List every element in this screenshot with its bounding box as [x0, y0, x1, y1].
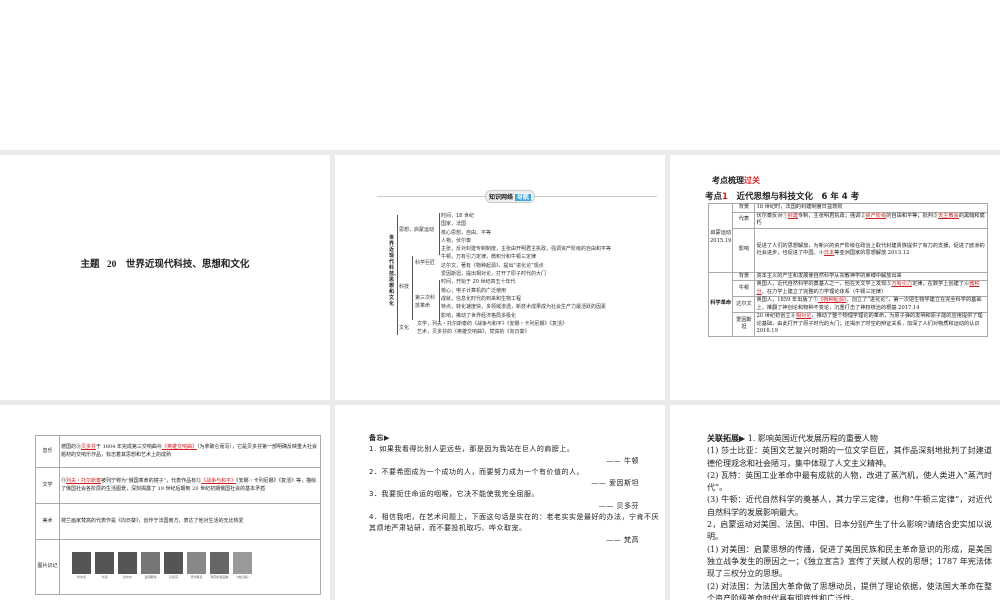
memo-quotes: 备忘▶ 1. 如果我看得比别人更远些，那是因为我站在巨人的肩膀上。 —— 牛顿 2…: [369, 434, 659, 544]
portrait-row: [70, 552, 319, 575]
mindmap-root: 世界近现代科技、思想和文化: [389, 235, 400, 307]
bracket: [439, 213, 440, 255]
mindmap-lines: 时间，18 世纪 国家，法国 核心思想，自由、平等 人物，伏尔泰 主张，反对封建专制制度…: [441, 213, 612, 319]
bracket: [412, 256, 413, 320]
slide-thumbnail-1[interactable]: 主题 20 世界近现代科技、思想和文化: [0, 155, 330, 400]
knowledge-table: 启蒙运动2015.19 背景 18 世纪时，法国的封建制度日益衰败 代表 伏尔泰反对①…: [707, 203, 988, 337]
culture-table: 音乐 德国的⑨贝多芬于 1804 年完成第三交响曲⑩《英雄交响曲》（为拿破仑而写）…: [35, 435, 321, 595]
portrait-image: [164, 552, 183, 575]
branch: 思想，启蒙运动: [399, 227, 435, 233]
portrait-image: [118, 552, 137, 575]
portrait-captions: 伏尔泰 牛顿 达尔文 爱因斯坦 贝多芬 托尔斯泰 梵高的自画像 《向日葵》: [76, 575, 250, 580]
branch: 科学巨匠: [415, 260, 436, 266]
branch: 第三次科技革命: [415, 295, 436, 310]
mindmap-lines: 文学，列夫・托尔斯泰的《战争与和平》《安娜・卡列尼娜》《复活》 艺术，贝多芬的《英…: [417, 321, 568, 336]
branch: 文化: [399, 325, 410, 331]
portrait-image: [95, 552, 114, 575]
header-text: 知识网络: [489, 194, 514, 201]
bracket: [397, 215, 398, 335]
section-heading: 考点梳理过关: [712, 176, 760, 185]
bracket: [439, 280, 440, 322]
header-accent: 导航: [515, 194, 532, 201]
slide-thumbnail-6[interactable]: 关联拓展▶ 1. 影响英国近代发展历程的重要人物 (1) 莎士比亚：英国文艺复兴…: [670, 405, 1000, 600]
topic-heading: 考点1 近代思想与科技文化 6 年 4 考: [705, 192, 860, 202]
extension-text: 关联拓展▶ 1. 影响英国近代发展历程的重要人物 (1) 莎士比亚：英国文艺复兴…: [707, 434, 992, 600]
portrait-image: [210, 552, 229, 575]
previous-row-area: [0, 0, 1000, 150]
portrait-image: [187, 552, 206, 575]
portrait-image: [141, 552, 160, 575]
slide-thumbnail-4[interactable]: 音乐 德国的⑨贝多芬于 1804 年完成第三交响曲⑩《英雄交响曲》（为拿破仑而写）…: [0, 405, 330, 600]
slide-thumbnail-2[interactable]: 知识网络 导航 世界近现代科技、思想和文化 思想，启蒙运动 科技 文化 科学巨匠 …: [335, 155, 665, 400]
slide-thumbnail-3[interactable]: 考点梳理过关 考点1 近代思想与科技文化 6 年 4 考 启蒙运动2015.19…: [670, 155, 1000, 400]
slide-title: 主题 20 世界近现代科技、思想和文化: [80, 260, 250, 270]
branch: 科技: [399, 284, 410, 290]
slide-thumbnail-5[interactable]: 备忘▶ 1. 如果我看得比别人更远些，那是因为我站在巨人的肩膀上。 —— 牛顿 2…: [335, 405, 665, 600]
portrait-image: [72, 552, 91, 575]
sunflowers-image: [233, 552, 252, 575]
section-header: 知识网络 导航: [485, 190, 536, 203]
